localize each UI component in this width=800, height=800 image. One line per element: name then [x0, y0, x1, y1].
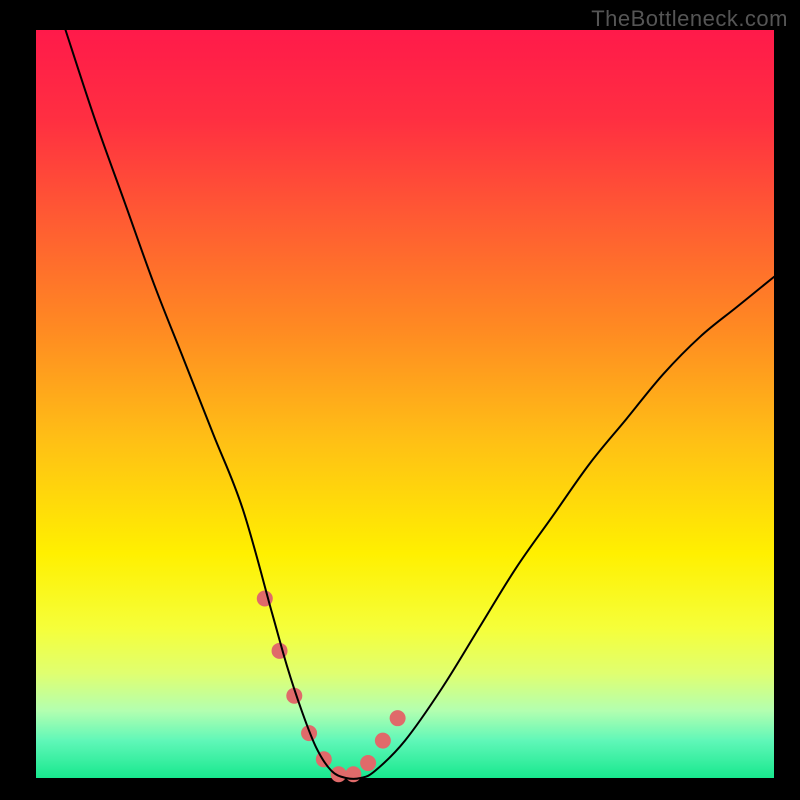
chart-container: TheBottleneck.com	[0, 0, 800, 800]
plot-background	[36, 30, 774, 778]
bottleneck-chart	[0, 0, 800, 800]
watermark-text: TheBottleneck.com	[591, 6, 788, 32]
highlight-marker	[390, 710, 406, 726]
highlight-marker	[360, 755, 376, 771]
highlight-marker	[331, 766, 347, 782]
highlight-marker	[375, 733, 391, 749]
